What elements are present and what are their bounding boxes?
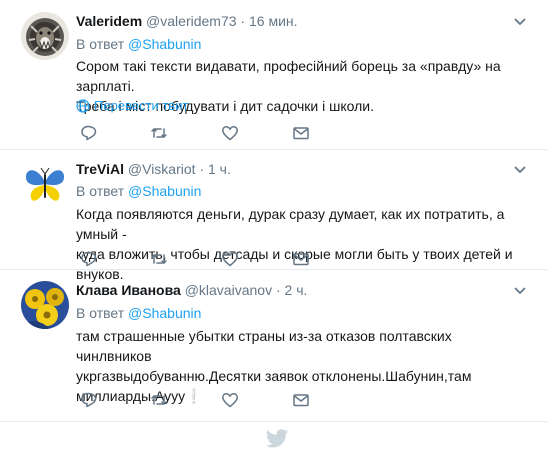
message-icon[interactable]: [292, 124, 310, 142]
reply-mention-link[interactable]: @Shabunin: [128, 183, 201, 199]
author-name[interactable]: TreViAl: [76, 161, 124, 177]
like-icon[interactable]: [221, 391, 239, 409]
separator: ·: [199, 161, 205, 177]
avatar[interactable]: [21, 281, 69, 329]
tweet-text-line: Когда появляются деньги, дурак сразу дум…: [76, 206, 505, 242]
lion-avatar-icon: [21, 12, 69, 60]
chevron-down-icon[interactable]: [513, 14, 527, 26]
tweet-text-line: Сором такі тексти видавати, професійний …: [76, 58, 501, 94]
tweet-3[interactable]: Клава Иванова @klavaivanov · 2 ч. В отве…: [0, 270, 548, 422]
flower-avatar-icon: [21, 281, 69, 329]
avatar[interactable]: [21, 12, 69, 60]
author-handle[interactable]: @Viskariot: [128, 161, 196, 177]
tweet-1[interactable]: Valeridem @valeridem73 · 16 мин. В ответ…: [0, 0, 548, 150]
timestamp[interactable]: 1 ч.: [208, 161, 231, 177]
separator: ·: [240, 13, 246, 29]
chevron-down-icon[interactable]: [513, 162, 527, 174]
author-handle[interactable]: @valeridem73: [146, 13, 236, 29]
tweet-text-line: там страшенные убытки страны из-за отказ…: [76, 328, 452, 364]
like-icon[interactable]: [221, 124, 239, 142]
tweet-2[interactable]: TreViAl @Viskariot · 1 ч. В ответ @Shabu…: [0, 150, 548, 282]
retweet-icon[interactable]: [150, 391, 168, 409]
reply-context: В ответ @Shabunin: [76, 182, 201, 200]
globe-icon: [76, 99, 90, 113]
like-icon[interactable]: [221, 250, 239, 268]
avatar[interactable]: [21, 160, 69, 208]
butterfly-flag-avatar-icon: [21, 160, 69, 208]
retweet-icon[interactable]: [150, 250, 168, 268]
author-name[interactable]: Клава Иванова: [76, 282, 181, 298]
chevron-down-icon[interactable]: [513, 283, 527, 295]
author-name[interactable]: Valeridem: [76, 13, 142, 29]
timestamp[interactable]: 2 ч.: [285, 282, 308, 298]
reply-prefix: В ответ: [76, 36, 125, 52]
timestamp[interactable]: 16 мин.: [249, 13, 298, 29]
reply-mention-link[interactable]: @Shabunin: [128, 305, 201, 321]
tweet-text-line: укргазвыдобуванню.Десятки заявок отклоне…: [76, 368, 472, 384]
separator: ·: [275, 282, 281, 298]
reply-icon[interactable]: [80, 124, 98, 142]
author-handle[interactable]: @klavaivanov: [185, 282, 272, 298]
translate-button[interactable]: Перевести твит: [76, 98, 188, 114]
message-icon[interactable]: [292, 391, 310, 409]
message-icon[interactable]: [292, 250, 310, 268]
reply-icon[interactable]: [80, 250, 98, 268]
reply-context: В ответ @Shabunin: [76, 35, 201, 53]
exclamation-emoji: ❕: [185, 388, 203, 404]
twitter-bird-icon: [265, 429, 289, 449]
reply-context: В ответ @Shabunin: [76, 304, 201, 322]
translate-label: Перевести твит: [94, 98, 189, 113]
reply-icon[interactable]: [80, 391, 98, 409]
retweet-icon[interactable]: [150, 124, 168, 142]
reply-mention-link[interactable]: @Shabunin: [128, 36, 201, 52]
reply-prefix: В ответ: [76, 183, 125, 199]
reply-prefix: В ответ: [76, 305, 125, 321]
